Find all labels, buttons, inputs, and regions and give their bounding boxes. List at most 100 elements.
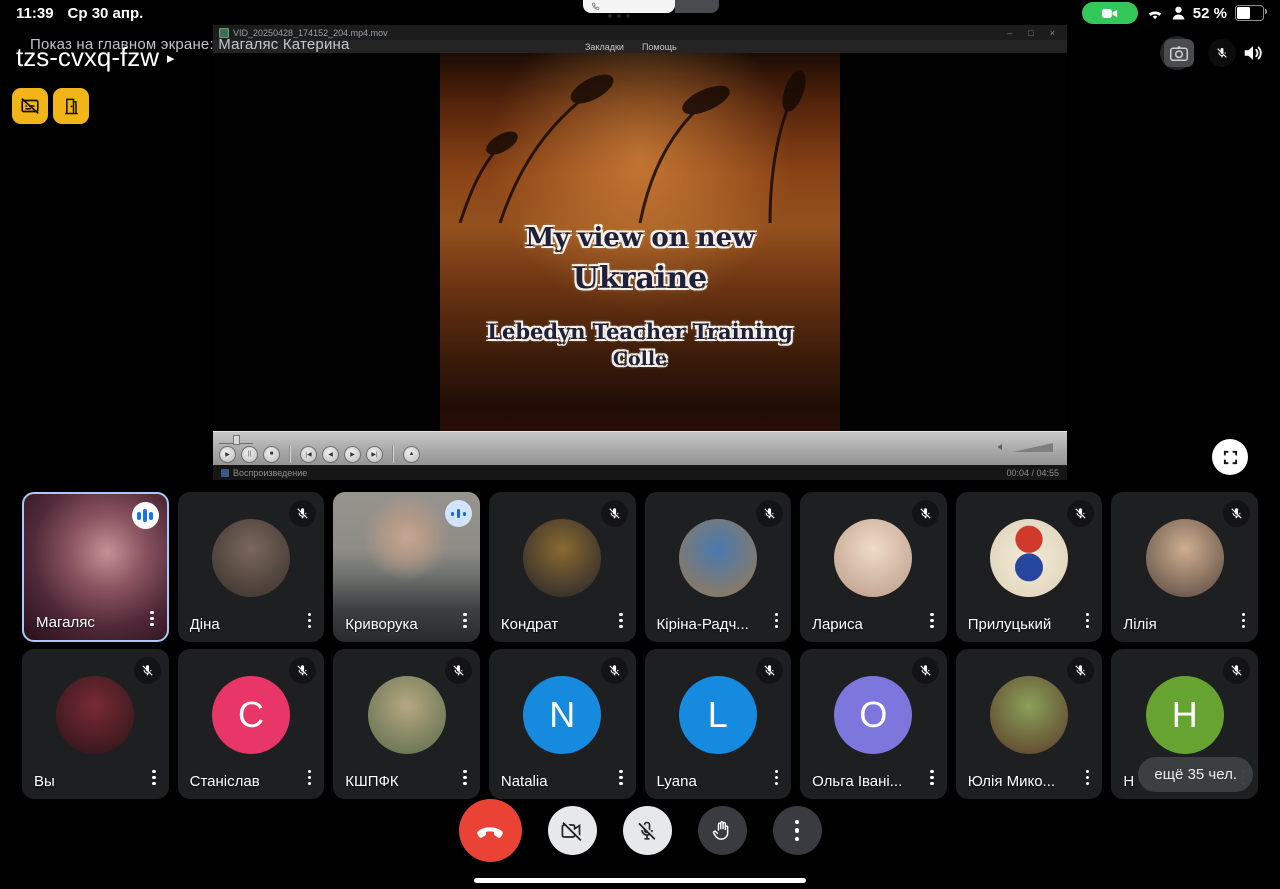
speaker-button[interactable]	[1242, 42, 1264, 64]
video-frame: My view on new Ukraine Lebedyn Teacher T…	[440, 53, 840, 431]
participant-tile[interactable]: HНещё 35 чел.	[1111, 649, 1258, 799]
tile-options-button[interactable]	[149, 767, 159, 789]
end-call-button[interactable]	[459, 799, 522, 862]
participant-tile[interactable]: Лариса	[800, 492, 947, 642]
tile-options-button[interactable]	[460, 610, 470, 632]
participant-tile[interactable]: LLyana	[645, 649, 792, 799]
more-participants-badge[interactable]: ещё 35 чел.	[1138, 757, 1253, 792]
volume-slider[interactable]	[1013, 443, 1053, 452]
flip-camera-icon	[1170, 46, 1188, 61]
tile-options-button[interactable]	[616, 767, 626, 789]
volume-icon	[997, 442, 1007, 452]
clock: 11:39	[16, 5, 54, 22]
fullscreen-button[interactable]	[1212, 439, 1248, 475]
participant-tile[interactable]: Прилуцький	[956, 492, 1103, 642]
fullscreen-icon	[1222, 449, 1239, 466]
camera-toggle-button[interactable]	[548, 806, 597, 855]
tile-options-button[interactable]	[305, 610, 315, 632]
raise-hand-button[interactable]	[698, 806, 747, 855]
participant-tile[interactable]: N Natalia	[489, 649, 636, 799]
camera-flip-button[interactable]	[1162, 36, 1202, 70]
letter-avatar: C	[212, 676, 290, 754]
participant-tile[interactable]: OОльга Івані...	[800, 649, 947, 799]
participant-name: Кіріна-Радч...	[657, 616, 749, 633]
skip-end-button[interactable]: ▶|	[366, 446, 383, 463]
close-button[interactable]: ×	[1050, 28, 1055, 38]
forward-button[interactable]: ▶	[344, 446, 361, 463]
menu-help[interactable]: Помощь	[642, 42, 677, 52]
separator	[392, 445, 394, 463]
camera-off-icon	[560, 819, 584, 843]
mic-off-icon	[445, 657, 472, 684]
tile-options-button[interactable]	[305, 767, 315, 789]
mic-off-icon	[134, 657, 161, 684]
more-options-icon	[795, 820, 800, 842]
eject-button[interactable]: ▲	[403, 446, 420, 463]
overlay-line-3: Lebedyn Teacher Training	[440, 321, 840, 342]
wifi-icon	[1146, 7, 1164, 20]
participant-tile[interactable]: Криворука	[333, 492, 480, 642]
participant-tile[interactable]: Кондрат	[489, 492, 636, 642]
mic-off-icon	[1067, 500, 1094, 527]
speaking-indicator	[132, 502, 159, 529]
participant-tile[interactable]: Кіріна-Радч...	[645, 492, 792, 642]
captions-off-icon	[19, 95, 41, 117]
video-title-overlay: My view on new Ukraine Lebedyn Teacher T…	[440, 225, 840, 369]
meeting-code-text: tzs-cvxq-fzw	[16, 42, 159, 73]
mic-off-icon	[1067, 657, 1094, 684]
play-button[interactable]: ▶	[219, 446, 236, 463]
seek-slider[interactable]	[219, 435, 253, 444]
mic-off-icon	[289, 657, 316, 684]
participant-name: Прилуцький	[968, 616, 1051, 633]
speaking-quiet-indicator	[445, 500, 472, 527]
skip-back-button[interactable]: |◀	[300, 446, 317, 463]
minimize-button[interactable]: –	[1007, 28, 1012, 38]
participant-tile[interactable]: Юлія Мико...	[956, 649, 1103, 799]
mic-off-icon	[912, 657, 939, 684]
participant-tile[interactable]: Вы	[22, 649, 169, 799]
participant-name: Natalia	[501, 773, 548, 790]
call-banner-stub[interactable]	[583, 0, 719, 13]
maximize-button[interactable]: □	[1028, 28, 1033, 38]
player-control-bar: ▶ || ■ |◀ ◀ ▶ ▶| ▲	[213, 431, 1067, 465]
participant-tile[interactable]: Магаляс	[22, 492, 169, 642]
tile-options-button[interactable]	[147, 608, 157, 630]
exit-door-button[interactable]	[53, 88, 89, 124]
participant-name: КШПФК	[345, 773, 398, 790]
tile-options-button[interactable]	[1239, 610, 1249, 632]
mic-muted-indicator	[1208, 39, 1236, 67]
photo-avatar	[1146, 519, 1224, 597]
end-call-icon	[475, 816, 505, 846]
meeting-code[interactable]: tzs-cvxq-fzw ▸	[16, 42, 175, 73]
tile-options-button[interactable]	[616, 610, 626, 632]
camera-active-indicator	[1082, 2, 1138, 24]
overlay-line-4: Colle	[440, 350, 840, 369]
tile-options-button[interactable]	[1083, 767, 1093, 789]
phone-icon	[591, 2, 600, 11]
pause-button[interactable]: ||	[241, 446, 258, 463]
stop-button[interactable]: ■	[263, 446, 280, 463]
tile-options-button[interactable]	[927, 610, 937, 632]
video-camera-icon	[1102, 8, 1118, 19]
overlay-line-2: Ukraine	[440, 264, 840, 294]
captions-off-button[interactable]	[12, 88, 48, 124]
participant-tile[interactable]: Діна	[178, 492, 325, 642]
tile-options-button[interactable]	[1083, 610, 1093, 632]
rewind-button[interactable]: ◀	[322, 446, 339, 463]
participant-tile[interactable]: КШПФК	[333, 649, 480, 799]
participant-tile[interactable]: Лілія	[1111, 492, 1258, 642]
photo-avatar	[212, 519, 290, 597]
tile-options-button[interactable]	[772, 610, 782, 632]
letter-avatar: N	[523, 676, 601, 754]
battery-percent: 52 %	[1193, 5, 1227, 22]
mic-toggle-button[interactable]	[623, 806, 672, 855]
tile-options-button[interactable]	[927, 767, 937, 789]
tile-options-button[interactable]	[772, 767, 782, 789]
participant-tile[interactable]: CСтаніслав	[178, 649, 325, 799]
home-indicator[interactable]	[474, 878, 806, 883]
participant-name: Магаляс	[36, 614, 95, 631]
more-options-button[interactable]	[773, 806, 822, 855]
person-icon	[1172, 6, 1185, 20]
menu-bookmarks[interactable]: Закладки	[585, 42, 624, 52]
tile-options-button[interactable]	[460, 767, 470, 789]
